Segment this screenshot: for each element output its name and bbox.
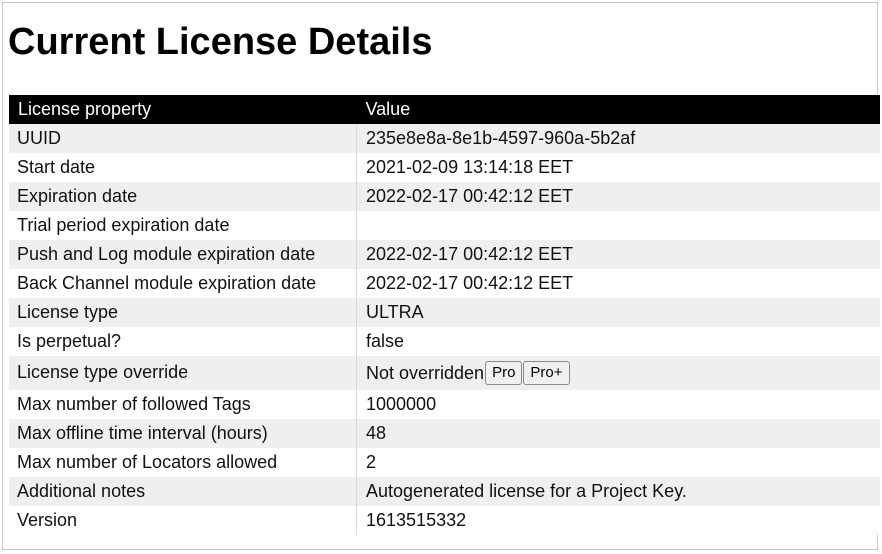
license-details-table: License property Value UUID 235e8e8a-8e1… bbox=[9, 95, 880, 535]
column-header-value: Value bbox=[356, 95, 880, 124]
table-row-max-locators: Max number of Locators allowed 2 bbox=[9, 447, 880, 477]
value-cell bbox=[356, 211, 880, 240]
table-row-version: Version 1613515332 bbox=[9, 505, 880, 535]
value-cell: false bbox=[356, 327, 880, 356]
table-row-uuid: UUID 235e8e8a-8e1b-4597-960a-5b2af bbox=[9, 124, 880, 153]
table-row-additional-notes: Additional notes Autogenerated license f… bbox=[9, 476, 880, 506]
value-cell: ULTRA bbox=[356, 298, 880, 327]
table-row-push-log-expiration: Push and Log module expiration date 2022… bbox=[9, 240, 880, 269]
value-cell: 48 bbox=[356, 418, 880, 448]
property-cell: Max number of followed Tags bbox=[9, 389, 357, 419]
table-row-back-channel-expiration: Back Channel module expiration date 2022… bbox=[9, 269, 880, 298]
property-cell: UUID bbox=[9, 124, 357, 153]
value-cell: 2 bbox=[356, 447, 880, 477]
table-row-is-perpetual: Is perpetual? false bbox=[9, 327, 880, 356]
value-cell: 2022-02-17 00:42:12 EET bbox=[356, 182, 880, 211]
override-pro-plus-button[interactable]: Pro+ bbox=[523, 361, 570, 386]
property-cell: Max number of Locators allowed bbox=[9, 447, 357, 477]
property-cell: Additional notes bbox=[9, 476, 357, 506]
value-cell: 2022-02-17 00:42:12 EET bbox=[356, 269, 880, 298]
property-cell: Max offline time interval (hours) bbox=[9, 418, 357, 448]
table-row-trial-expiration: Trial period expiration date bbox=[9, 211, 880, 240]
property-cell: Trial period expiration date bbox=[9, 211, 357, 240]
table-row-license-type-override: License type override Not overridden Pro P… bbox=[9, 356, 880, 390]
table-row-expiration-date: Expiration date 2022-02-17 00:42:12 EET bbox=[9, 182, 880, 211]
value-cell: 2022-02-17 00:42:12 EET bbox=[356, 240, 880, 269]
value-cell: 1000000 bbox=[356, 389, 880, 419]
value-cell: Autogenerated license for a Project Key. bbox=[356, 476, 880, 506]
value-cell: 2021-02-09 13:14:18 EET bbox=[356, 153, 880, 182]
value-cell: 235e8e8a-8e1b-4597-960a-5b2af bbox=[356, 124, 880, 153]
property-cell: Expiration date bbox=[9, 182, 357, 211]
table-header-row: License property Value bbox=[9, 95, 880, 124]
property-cell: Push and Log module expiration date bbox=[9, 240, 357, 269]
property-cell: Start date bbox=[9, 153, 357, 182]
table-row-max-offline-interval: Max offline time interval (hours) 48 bbox=[9, 418, 880, 448]
property-cell: Is perpetual? bbox=[9, 327, 357, 356]
table-row-start-date: Start date 2021-02-09 13:14:18 EET bbox=[9, 153, 880, 182]
property-cell: License type override bbox=[9, 356, 357, 390]
override-status-text: Not overridden bbox=[366, 362, 485, 383]
page-title: Current License Details bbox=[8, 21, 433, 63]
value-cell: 1613515332 bbox=[356, 505, 880, 535]
table-row-license-type: License type ULTRA bbox=[9, 298, 880, 327]
property-cell: License type bbox=[9, 298, 357, 327]
property-cell: Back Channel module expiration date bbox=[9, 269, 357, 298]
property-cell: Version bbox=[9, 505, 357, 535]
override-pro-button[interactable]: Pro bbox=[485, 361, 523, 386]
column-header-property: License property bbox=[9, 95, 357, 124]
value-cell: Not overridden Pro Pro+ bbox=[356, 356, 880, 390]
table-row-max-followed-tags: Max number of followed Tags 1000000 bbox=[9, 389, 880, 419]
